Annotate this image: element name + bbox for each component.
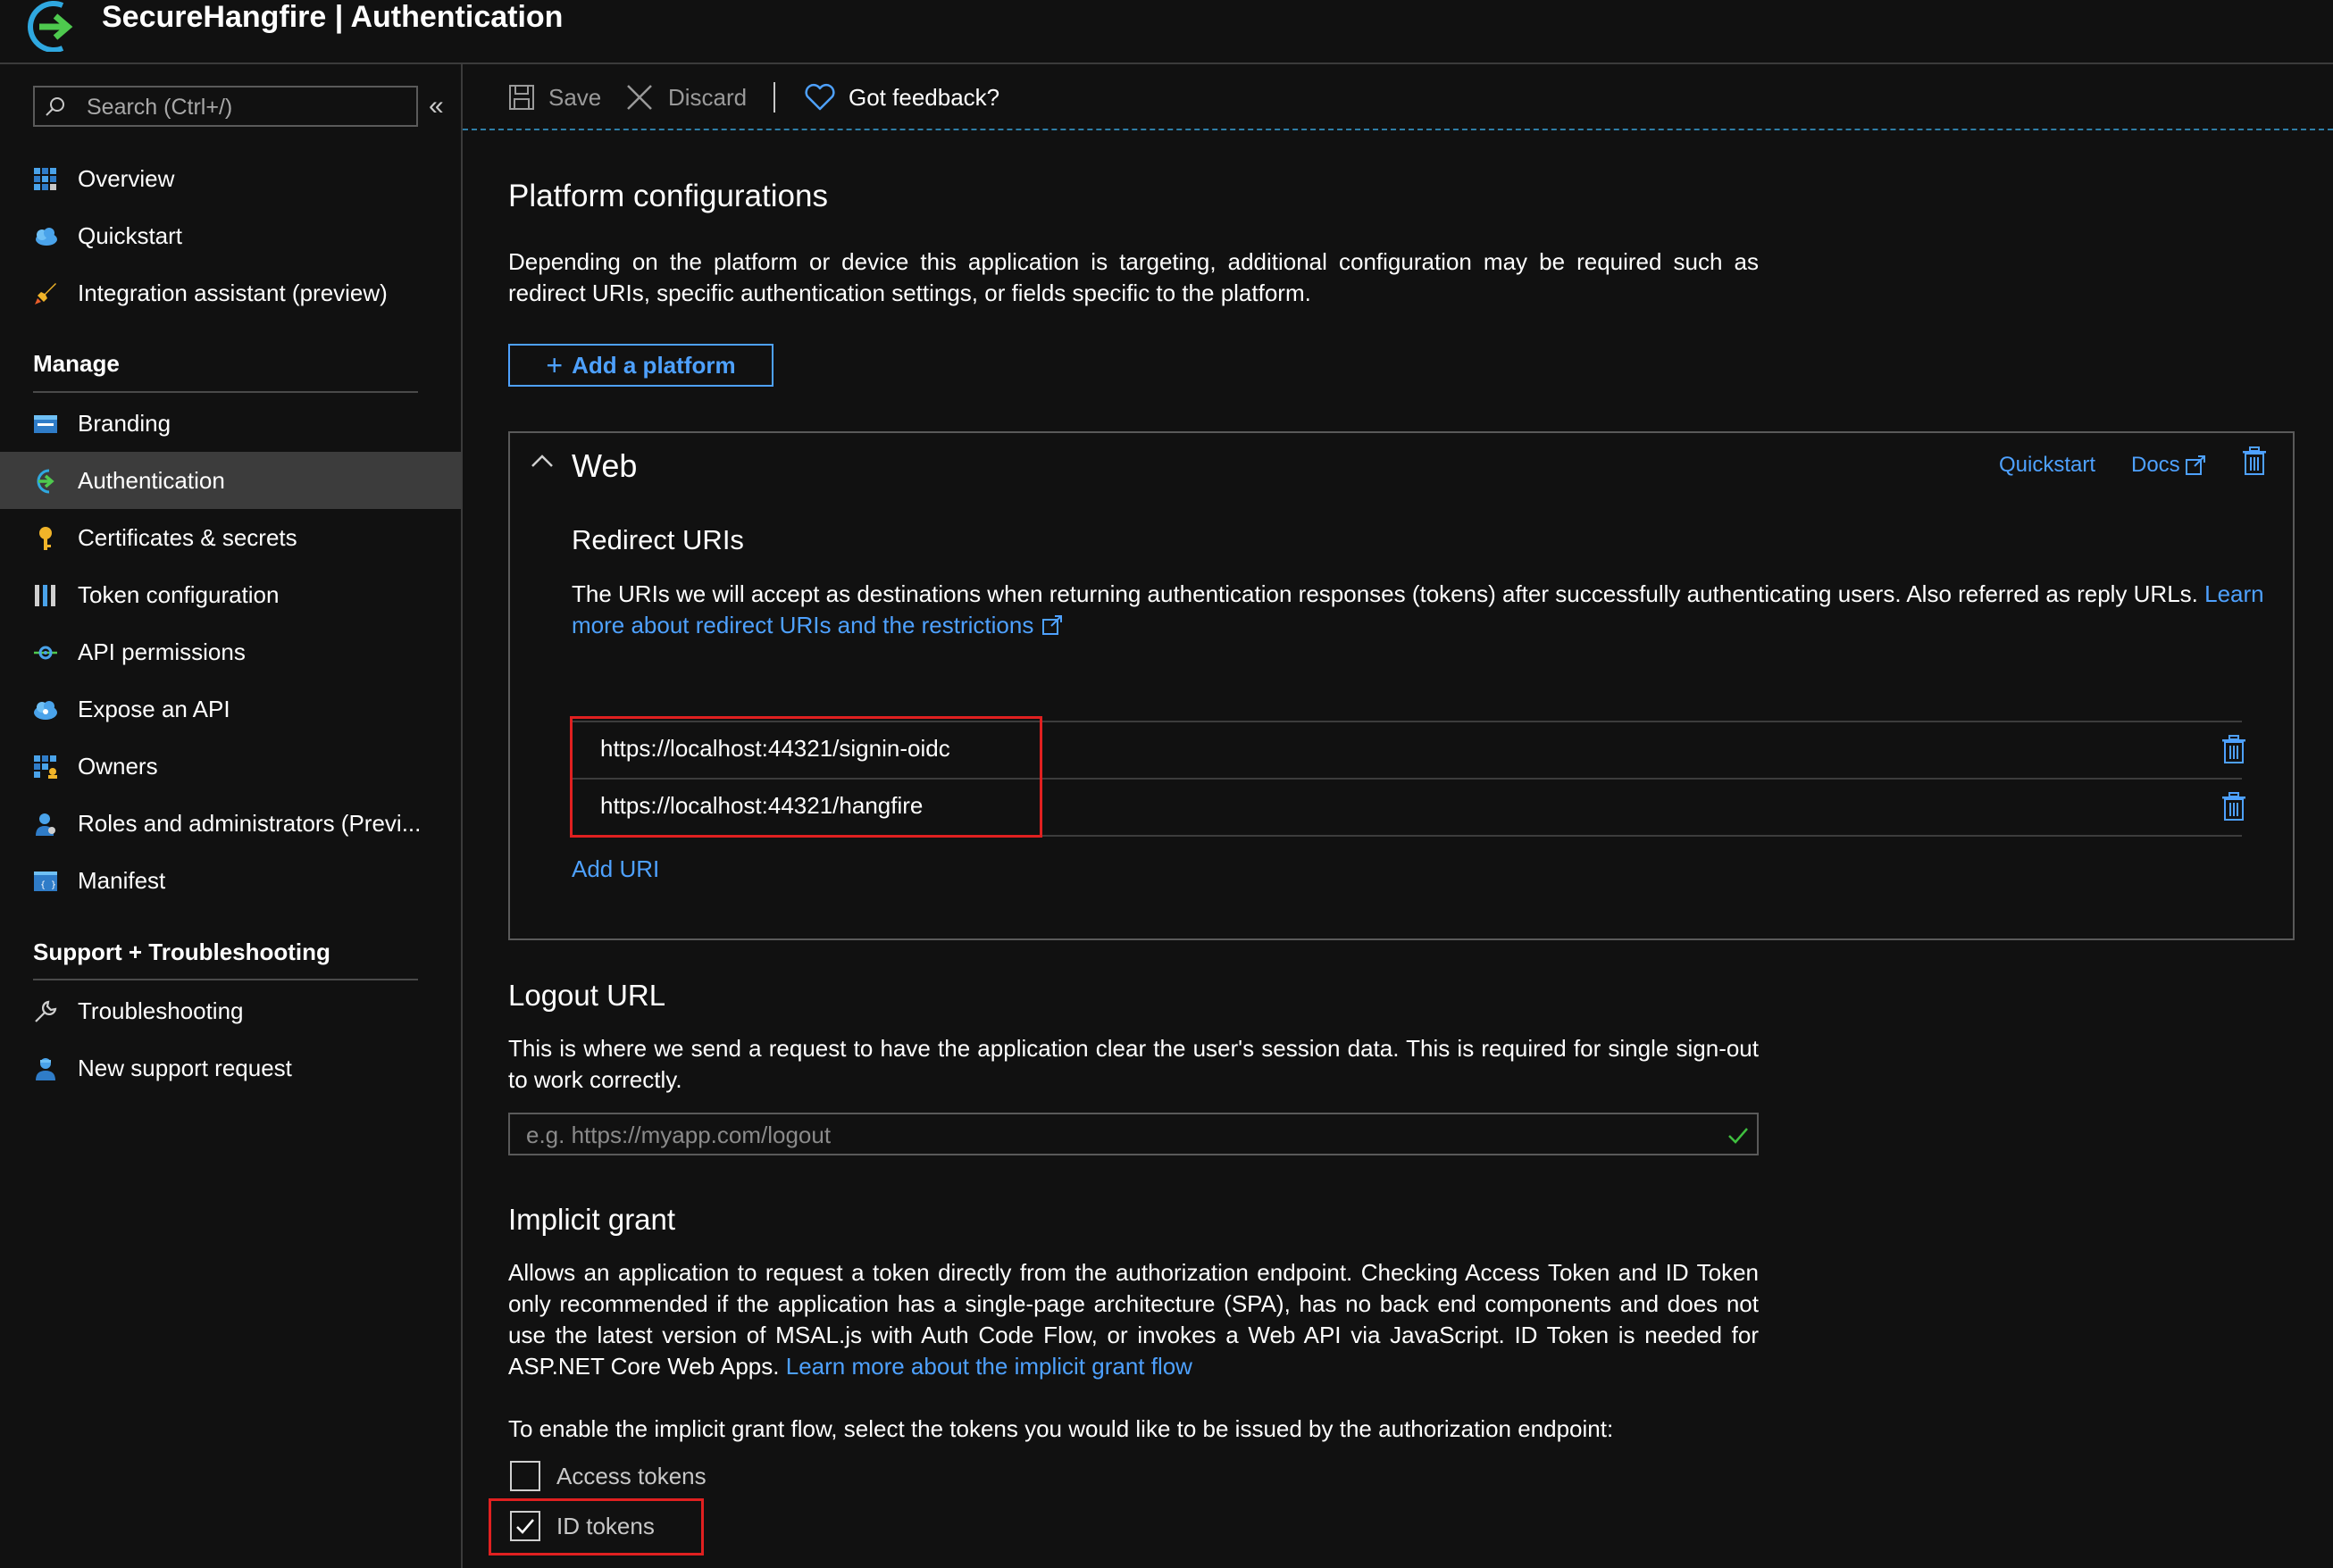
platform-config-title: Platform configurations	[508, 179, 828, 213]
sidebar-item-label: Token configuration	[78, 581, 280, 608]
save-icon	[509, 85, 534, 110]
sidebar-item-label: Overview	[78, 165, 175, 192]
uri-highlight-box	[570, 716, 1042, 838]
delete-uri-trash-icon[interactable]	[2220, 791, 2247, 822]
docs-link[interactable]: Docs	[2131, 453, 2207, 478]
sidebar-item-expose-an-api[interactable]: Expose an API	[0, 680, 461, 738]
delete-platform-trash-icon[interactable]	[2241, 446, 2268, 476]
manifest-icon: { }	[34, 872, 57, 891]
rocket-icon	[35, 283, 56, 304]
feedback-button[interactable]: Got feedback?	[804, 80, 999, 114]
sidebar-item-label: New support request	[78, 1055, 292, 1081]
sidebar-item-label: Authentication	[78, 467, 225, 494]
command-bar: Save Discard Got feedback?	[463, 64, 2333, 130]
wrench-icon	[35, 1000, 57, 1022]
save-button[interactable]: Save	[507, 80, 601, 114]
save-label: Save	[548, 83, 602, 111]
authentication-icon	[37, 469, 54, 494]
logout-url-input[interactable]: e.g. https://myapp.com/logout	[508, 1113, 1759, 1155]
discard-button[interactable]: Discard	[625, 80, 747, 114]
external-link-icon	[2185, 455, 2205, 475]
sidebar-item-branding[interactable]: Branding	[0, 395, 461, 452]
sidebar-item-manifest[interactable]: { } Manifest	[0, 852, 461, 909]
quickstart-cloud-icon	[36, 228, 57, 246]
discard-close-icon	[627, 85, 652, 110]
search-icon	[46, 97, 64, 116]
sidebar-item-owners[interactable]: Owners	[0, 738, 461, 795]
web-platform-card: Web Quickstart Docs Redirect URIs The UR…	[508, 431, 2295, 940]
sidebar-item-label: Roles and administrators (Previ...	[78, 810, 422, 837]
search-placeholder: Search (Ctrl+/)	[87, 95, 233, 120]
redirect-uris-description: The URIs we will accept as destinations …	[572, 579, 2269, 641]
sidebar-item-new-support-request[interactable]: New support request	[0, 1039, 461, 1097]
page-title: SecureHangfire | Authentication	[102, 0, 564, 34]
sidebar-item-label: Integration assistant (preview)	[78, 279, 388, 306]
heart-icon	[805, 84, 835, 111]
sidebar-item-label: Expose an API	[78, 696, 230, 722]
section-divider	[33, 979, 418, 980]
chevron-up-icon[interactable]	[530, 453, 555, 469]
cloud-api-icon	[34, 701, 57, 720]
manage-heading: Manage	[33, 350, 120, 377]
app-header: SecureHangfire | Authentication	[0, 0, 2333, 64]
logout-url-title: Logout URL	[508, 979, 666, 1012]
discard-label: Discard	[668, 83, 748, 111]
implicit-grant-instruction: To enable the implicit grant flow, selec…	[508, 1415, 1614, 1442]
sidebar-item-label: Branding	[78, 410, 171, 437]
sidebar-item-quickstart[interactable]: Quickstart	[0, 207, 461, 264]
web-section-title: Web	[572, 447, 638, 484]
delete-uri-trash-icon[interactable]	[2220, 734, 2247, 764]
authentication-logo-icon	[28, 1, 73, 52]
add-uri-link[interactable]: Add URI	[572, 855, 659, 883]
search-input[interactable]: Search (Ctrl+/)	[33, 86, 418, 127]
sidebar-item-roles-administrators[interactable]: Roles and administrators (Previ...	[0, 795, 461, 852]
plus-icon: +	[546, 349, 564, 381]
sidebar-item-troubleshooting[interactable]: Troubleshooting	[0, 982, 461, 1039]
add-platform-label: Add a platform	[572, 351, 736, 379]
implicit-grant-description: Allows an application to request a token…	[508, 1257, 1759, 1382]
access-tokens-checkbox[interactable]	[510, 1461, 540, 1491]
feedback-label: Got feedback?	[849, 83, 1000, 111]
redirect-uris-title: Redirect URIs	[572, 524, 744, 555]
add-platform-button[interactable]: + Add a platform	[508, 344, 773, 387]
sidebar-item-label: Owners	[78, 753, 158, 780]
logout-url-placeholder: e.g. https://myapp.com/logout	[526, 1122, 832, 1148]
access-tokens-option[interactable]: Access tokens	[510, 1461, 707, 1491]
collapse-sidebar-button[interactable]: «	[429, 91, 444, 121]
id-tokens-highlight-box	[489, 1498, 704, 1555]
section-divider	[33, 391, 418, 393]
sidebar-item-authentication[interactable]: Authentication	[0, 452, 461, 509]
key-icon	[39, 527, 52, 550]
docs-label: Docs	[2131, 453, 2180, 477]
external-link-icon	[1041, 615, 1062, 635]
redirect-desc-text: The URIs we will accept as destinations …	[572, 580, 2198, 607]
sidebar-item-label: Quickstart	[78, 222, 183, 249]
svg-text:{ }: { }	[40, 880, 56, 890]
valid-check-icon	[1728, 1128, 1748, 1144]
branding-icon	[34, 415, 57, 433]
support-person-icon	[36, 1058, 55, 1080]
api-permissions-icon	[34, 646, 57, 660]
user-admin-icon	[36, 813, 55, 836]
implicit-grant-title: Implicit grant	[508, 1203, 676, 1236]
token-bars-icon	[35, 585, 55, 606]
support-heading: Support + Troubleshooting	[33, 938, 330, 965]
logout-url-description: This is where we send a request to have …	[508, 1035, 1759, 1093]
toolbar-separator	[773, 82, 775, 113]
sidebar-item-integration-assistant[interactable]: Integration assistant (preview)	[0, 264, 461, 321]
owners-grid-icon	[34, 755, 57, 779]
implicit-learn-more-link[interactable]: Learn more about the implicit grant flow	[786, 1353, 1192, 1380]
sidebar-item-overview[interactable]: Overview	[0, 150, 461, 207]
quickstart-link[interactable]: Quickstart	[1999, 453, 2095, 478]
sidebar-item-label: API permissions	[78, 638, 246, 665]
sidebar-item-certificates-secrets[interactable]: Certificates & secrets	[0, 509, 461, 566]
sidebar-item-token-configuration[interactable]: Token configuration	[0, 566, 461, 623]
sidebar-item-api-permissions[interactable]: API permissions	[0, 623, 461, 680]
sidebar-item-label: Manifest	[78, 867, 166, 894]
overview-grid-icon	[34, 168, 56, 190]
sidebar-item-label: Certificates & secrets	[78, 524, 297, 551]
platform-config-description: Depending on the platform or device this…	[508, 248, 1759, 306]
sidebar-item-label: Troubleshooting	[78, 997, 244, 1024]
access-tokens-label: Access tokens	[556, 1462, 707, 1489]
